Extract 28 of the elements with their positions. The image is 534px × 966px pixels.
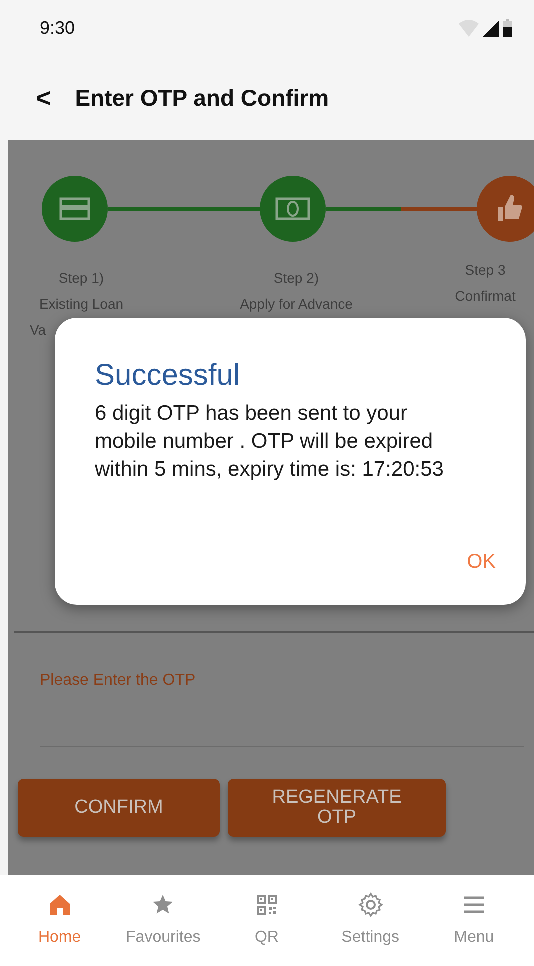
step-label: Step 2) [272,269,320,288]
confirm-button[interactable]: CONFIRM [18,779,220,837]
dialog-message: 6 digit OTP has been sent to your mobile number . OTP will be expired within 5 mins, expiry time is: 17:20:53 [95,401,445,483]
regenerate-button[interactable]: REGENERATE OTP [228,779,446,837]
step-label: Apply for Advance [239,295,354,314]
clock-time: 9:30 [40,16,76,40]
nav-tab[interactable]: Home [10,892,110,950]
wifi-icon [459,19,479,37]
step-label: Confirmat [454,287,517,306]
step-label: Existing Loan [38,295,125,314]
step-label: Va [29,321,46,340]
battery-icon [503,19,512,37]
dialog-title: Successful [95,358,242,394]
nav-tab[interactable]: Favourites [113,892,214,950]
thumbs-up-icon [498,195,522,221]
nav-tab[interactable]: Menu [424,892,524,950]
nav-tab[interactable]: QR [216,892,317,950]
signal-icon [483,21,499,37]
back-button[interactable]: < [36,85,52,111]
page-title: Enter OTP and Confirm [75,84,330,113]
step-label: Step 3 [464,261,507,280]
card-icon [60,198,90,220]
settings-icon [358,892,384,918]
ok-button[interactable]: OK [467,547,496,577]
nav-tab[interactable]: Settings [320,892,421,950]
banknote-icon [276,198,310,220]
otp-field[interactable]: Please Enter the OTP [40,661,524,747]
step-label: Step 1) [58,269,106,288]
